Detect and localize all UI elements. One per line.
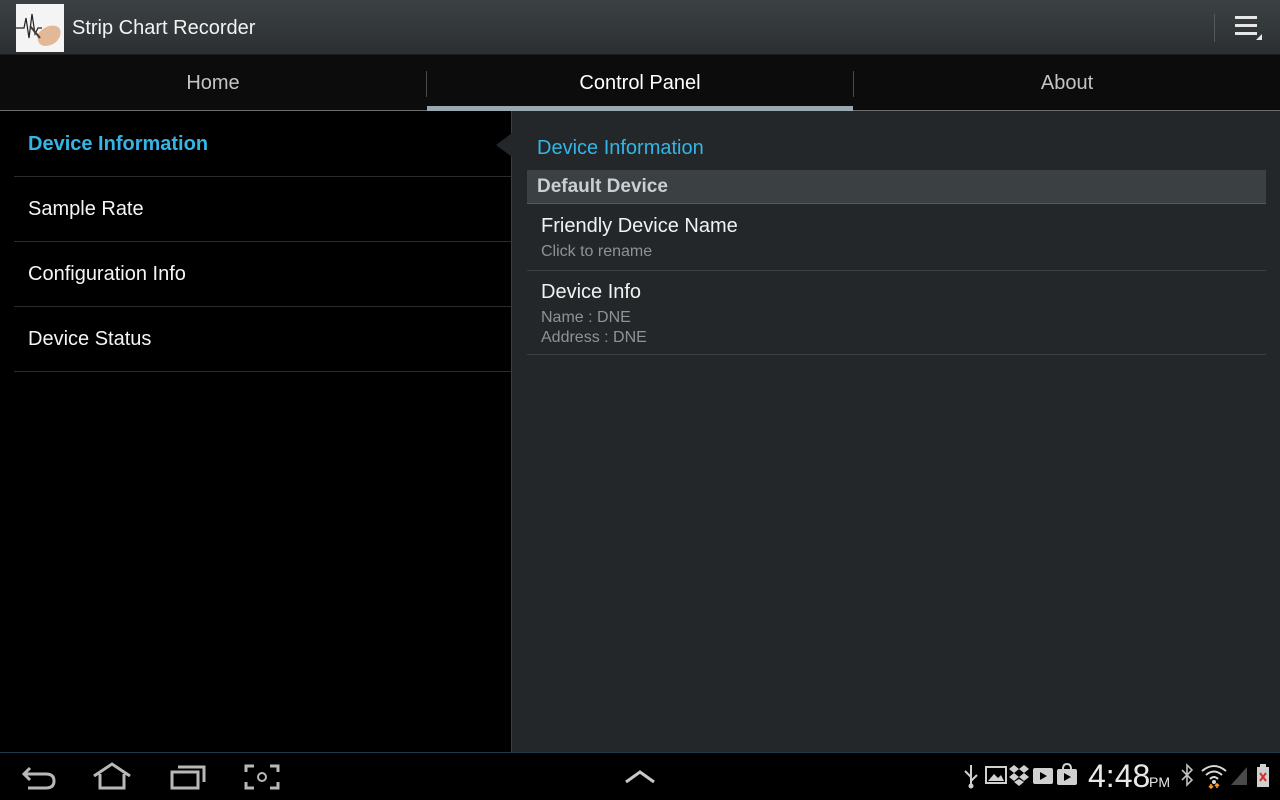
wifi-icon xyxy=(1201,765,1227,789)
pref-title: Device Info xyxy=(541,281,642,303)
battery-icon xyxy=(1257,764,1269,787)
breadcrumb-title: Device Information xyxy=(537,137,704,159)
screenshot-icon[interactable] xyxy=(242,762,282,792)
pref-friendly-device-name[interactable]: Friendly Device Name Click to rename xyxy=(527,205,1266,271)
tab-home[interactable]: Home xyxy=(0,55,426,111)
action-bar-divider xyxy=(1214,14,1215,42)
tab-about[interactable]: About xyxy=(854,55,1280,111)
header-item-configuration-info[interactable]: Configuration Info xyxy=(14,242,511,307)
bluetooth-icon xyxy=(1181,763,1194,787)
preference-detail-pane: Device Information Default Device Friend… xyxy=(496,111,1280,752)
pref-summary-name: Name : DNE xyxy=(541,309,631,326)
status-clock: 4:48 xyxy=(1088,758,1151,794)
play-store-icon xyxy=(1057,763,1077,785)
signal-icon xyxy=(1231,767,1247,785)
home-icon[interactable] xyxy=(92,762,132,792)
play-icon xyxy=(1033,768,1053,784)
overflow-menu-icon xyxy=(1235,16,1262,40)
action-bar: Strip Chart Recorder xyxy=(0,0,1280,55)
pref-summary-address: Address : DNE xyxy=(541,329,647,346)
app-title: Strip Chart Recorder xyxy=(72,17,256,39)
selection-pointer xyxy=(496,133,512,157)
pref-device-info[interactable]: Device Info Name : DNE Address : DNE xyxy=(527,271,1266,355)
usb-icon xyxy=(964,765,978,789)
gallery-icon xyxy=(985,766,1007,784)
recent-apps-icon[interactable] xyxy=(168,762,208,792)
back-icon[interactable] xyxy=(20,762,60,792)
tab-control-panel[interactable]: Control Panel xyxy=(427,55,853,111)
header-item-device-status[interactable]: Device Status xyxy=(14,307,511,372)
pref-title: Friendly Device Name xyxy=(541,215,738,237)
tab-bar: Home Control Panel About xyxy=(0,55,1280,111)
dropbox-icon xyxy=(1009,765,1029,786)
overflow-menu-button[interactable] xyxy=(1226,8,1270,48)
preference-category: Default Device xyxy=(527,170,1266,204)
header-item-device-information[interactable]: Device Information xyxy=(14,112,511,177)
pref-summary: Click to rename xyxy=(541,243,653,260)
header-item-sample-rate[interactable]: Sample Rate xyxy=(14,177,511,242)
chevron-up-icon[interactable] xyxy=(620,762,660,792)
status-ampm: PM xyxy=(1149,774,1170,790)
preference-headers-list: Device Information Sample Rate Configura… xyxy=(0,111,511,752)
app-logo-icon xyxy=(16,4,64,52)
